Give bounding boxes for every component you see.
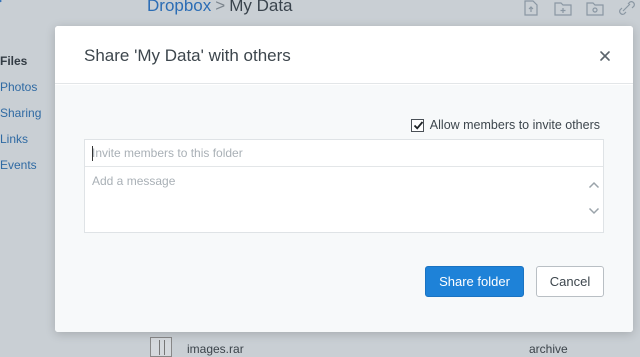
message-textarea[interactable] — [85, 168, 603, 232]
dialog-body: Allow members to invite others Share fol… — [55, 85, 633, 332]
sidebar-item-events[interactable]: Events — [0, 157, 41, 183]
sidebar-item-sharing[interactable]: Sharing — [0, 105, 41, 131]
breadcrumb: Dropbox > My Data — [147, 0, 293, 16]
share-folder-button[interactable]: Share folder — [425, 266, 524, 297]
text-cursor — [92, 146, 93, 161]
archive-file-icon — [150, 337, 172, 357]
allow-invite-option[interactable]: Allow members to invite others — [410, 118, 600, 132]
file-kind: archive — [529, 342, 568, 356]
file-row[interactable]: images.rar archive — [150, 337, 630, 357]
allow-invite-label: Allow members to invite others — [429, 118, 600, 132]
allow-invite-checkbox[interactable] — [410, 118, 424, 132]
checkmark-icon — [413, 120, 423, 130]
close-icon — [600, 51, 610, 61]
share-form — [84, 139, 604, 233]
cancel-button[interactable]: Cancel — [536, 266, 604, 297]
dialog-title: Share 'My Data' with others — [84, 46, 291, 65]
new-folder-icon[interactable] — [554, 0, 572, 16]
shared-folder-icon[interactable] — [586, 0, 604, 16]
scroll-down-icon[interactable] — [588, 206, 600, 216]
breadcrumb-separator: > — [215, 0, 226, 15]
toolbar — [522, 0, 640, 16]
sidebar-nav: Files Photos Sharing Links Events — [0, 53, 41, 183]
breadcrumb-root[interactable]: Dropbox — [147, 0, 211, 15]
dialog-header: Share 'My Data' with others — [55, 26, 633, 84]
sidebar-item-files[interactable]: Files — [0, 53, 41, 79]
close-button[interactable] — [597, 48, 613, 64]
share-folder-dialog: Share 'My Data' with others Allow member… — [55, 26, 633, 332]
screen: Files Photos Sharing Links Events Dropbo… — [0, 0, 640, 357]
link-icon[interactable] — [618, 0, 636, 16]
dropbox-logo-icon — [0, 0, 2, 3]
sidebar: Files Photos Sharing Links Events — [0, 0, 60, 357]
sidebar-item-links[interactable]: Links — [0, 131, 41, 157]
file-name: images.rar — [187, 342, 244, 356]
breadcrumb-current: My Data — [229, 0, 293, 15]
scroll-up-icon[interactable] — [588, 180, 600, 190]
upload-file-icon[interactable] — [522, 0, 540, 16]
invite-members-input[interactable] — [85, 140, 603, 167]
sidebar-item-photos[interactable]: Photos — [0, 79, 41, 105]
